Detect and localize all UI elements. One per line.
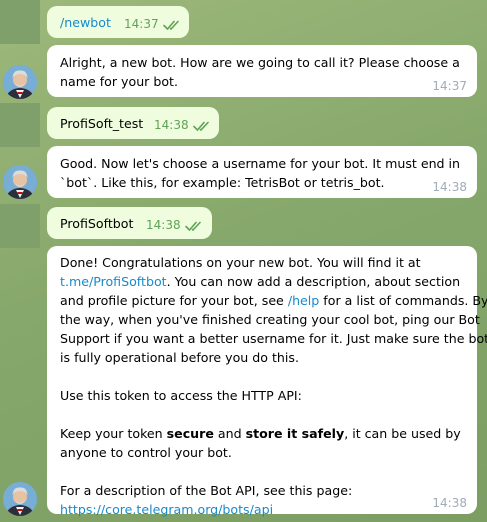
outgoing-message[interactable]: ProfiSoft_test 14:38: [47, 107, 219, 139]
message-text: and: [213, 426, 246, 441]
sender-avatar-placeholder: [0, 0, 40, 44]
message-time: 14:38: [154, 118, 189, 132]
message-text: /newbot: [60, 15, 111, 30]
message-text: and profile picture for your bot, see: [60, 293, 288, 308]
incoming-message[interactable]: Alright, a new bot. How are we going to …: [47, 45, 477, 97]
message-time: 14:38: [432, 496, 467, 510]
message-time: 14:37: [432, 79, 467, 93]
bot-avatar-icon[interactable]: [3, 482, 37, 516]
bold-text: secure: [166, 426, 214, 441]
message-line: Good. Now let's choose a username for yo…: [60, 156, 461, 171]
help-command-link[interactable]: /help: [288, 293, 319, 308]
message-line: name for your bot.: [60, 74, 178, 89]
message-line: Use this token to access the HTTP API:: [60, 388, 302, 403]
message-line: is fully operational before you do this.: [60, 350, 299, 365]
double-check-icon: [163, 19, 181, 31]
bot-link[interactable]: t.me/ProfiSoftbot: [60, 274, 167, 289]
message-text: . You can now add a description, about s…: [166, 274, 461, 289]
message-line: Alright, a new bot. How are we going to …: [60, 55, 460, 70]
sender-avatar-placeholder: [0, 204, 40, 248]
message-line: the way, when you've finished creating y…: [60, 312, 480, 327]
double-check-icon: [193, 120, 211, 132]
message-text: Keep your token: [60, 426, 167, 441]
message-time: 14:38: [146, 218, 181, 232]
message-time: 14:38: [432, 180, 467, 194]
message-line: `bot`. Like this, for example: TetrisBot…: [60, 175, 385, 190]
bot-avatar-icon[interactable]: [3, 165, 37, 199]
message-line: anyone to control your bot.: [60, 445, 232, 460]
message-line: Support if you want a better username fo…: [60, 331, 487, 346]
double-check-icon: [185, 220, 203, 232]
message-text: ProfiSoftbot: [60, 216, 134, 231]
bold-text: store it safely: [245, 426, 345, 441]
message-text: ProfiSoft_test: [60, 116, 144, 131]
outgoing-message[interactable]: ProfiSoftbot 14:38: [47, 207, 212, 239]
message-line: Done! Congratulations on your new bot. Y…: [60, 255, 421, 270]
sender-avatar-placeholder: [0, 103, 40, 147]
message-line: For a description of the Bot API, see th…: [60, 483, 353, 498]
chat-history: /newbot 14:37 Alright, a new bot. How ar…: [0, 0, 487, 522]
message-time: 14:37: [124, 17, 159, 31]
incoming-message[interactable]: Done! Congratulations on your new bot. Y…: [47, 246, 487, 517]
message-text: , it can be used by: [344, 426, 461, 441]
outgoing-message[interactable]: /newbot 14:37: [47, 6, 189, 38]
message-text: for a list of commands. By: [319, 293, 487, 308]
api-docs-link[interactable]: https://core.telegram.org/bots/api: [60, 500, 487, 519]
bot-avatar-icon[interactable]: [3, 65, 37, 99]
incoming-message[interactable]: Good. Now let's choose a username for yo…: [47, 146, 477, 198]
